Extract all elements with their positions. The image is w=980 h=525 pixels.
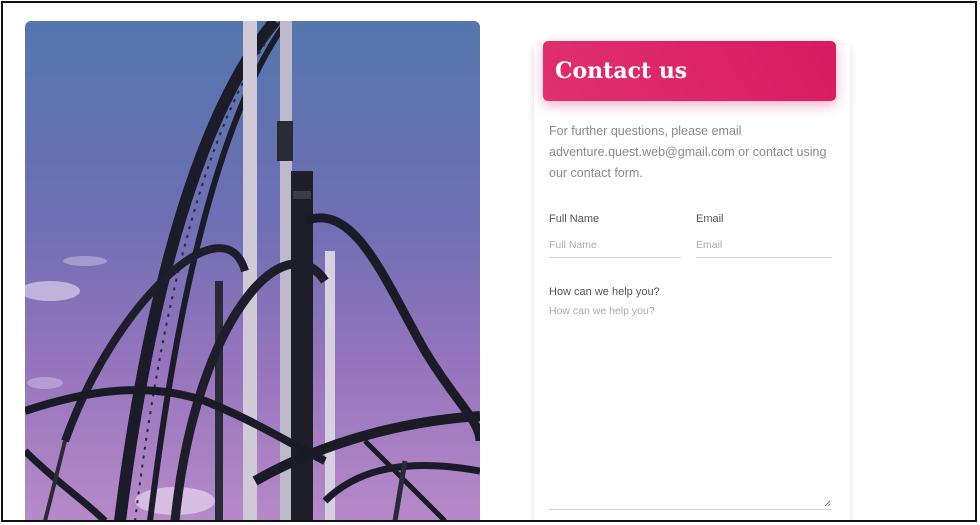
email-placeholder: Email <box>696 239 723 251</box>
help-textarea[interactable]: How can we help you? <box>549 305 832 510</box>
full-name-placeholder: Full Name <box>549 239 597 251</box>
help-label: How can we help you? <box>549 286 660 298</box>
full-name-input[interactable]: Full Name <box>549 233 681 258</box>
email-input[interactable]: Email <box>696 233 832 258</box>
contact-intro: For further questions, please email adve… <box>549 124 827 180</box>
coaster-illustration <box>25 21 480 520</box>
help-placeholder: How can we help you? <box>549 305 655 317</box>
page-frame: Contact us For further questions, please… <box>1 1 977 522</box>
email-label: Email <box>696 213 724 225</box>
full-name-label: Full Name <box>549 213 600 225</box>
roller-coaster-photo <box>25 21 480 520</box>
contact-title: Contact us <box>543 41 836 101</box>
resize-handle-icon[interactable] <box>824 500 831 507</box>
